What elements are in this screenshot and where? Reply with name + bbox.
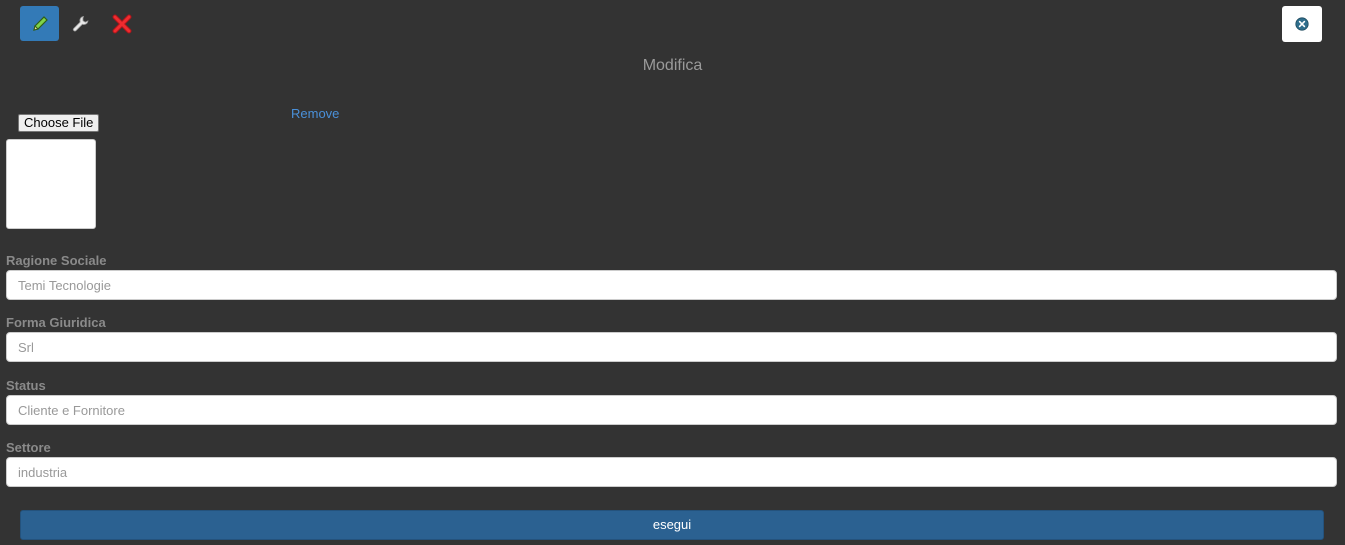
settings-button[interactable] — [61, 6, 100, 41]
remove-link[interactable]: Remove — [291, 106, 339, 121]
close-button[interactable] — [1282, 6, 1322, 42]
image-preview — [6, 139, 96, 229]
forma-giuridica-input[interactable] — [6, 332, 1337, 362]
page-title: Modifica — [642, 57, 703, 74]
settore-label: Settore — [6, 440, 51, 455]
status-input[interactable] — [6, 395, 1337, 425]
close-circle-icon — [1295, 17, 1309, 31]
edit-button[interactable] — [20, 6, 59, 41]
wrench-icon — [72, 15, 88, 31]
choose-file-button[interactable]: Choose File — [18, 114, 100, 132]
submit-button[interactable]: esegui — [20, 510, 1324, 540]
delete-button[interactable] — [102, 6, 141, 41]
pencil-icon — [32, 15, 48, 31]
ragione-sociale-label: Ragione Sociale — [6, 253, 107, 268]
toolbar — [20, 6, 141, 41]
status-label: Status — [6, 378, 46, 393]
settore-input[interactable] — [6, 457, 1337, 487]
red-x-icon — [112, 14, 131, 33]
forma-giuridica-label: Forma Giuridica — [6, 315, 106, 330]
ragione-sociale-input[interactable] — [6, 270, 1337, 300]
